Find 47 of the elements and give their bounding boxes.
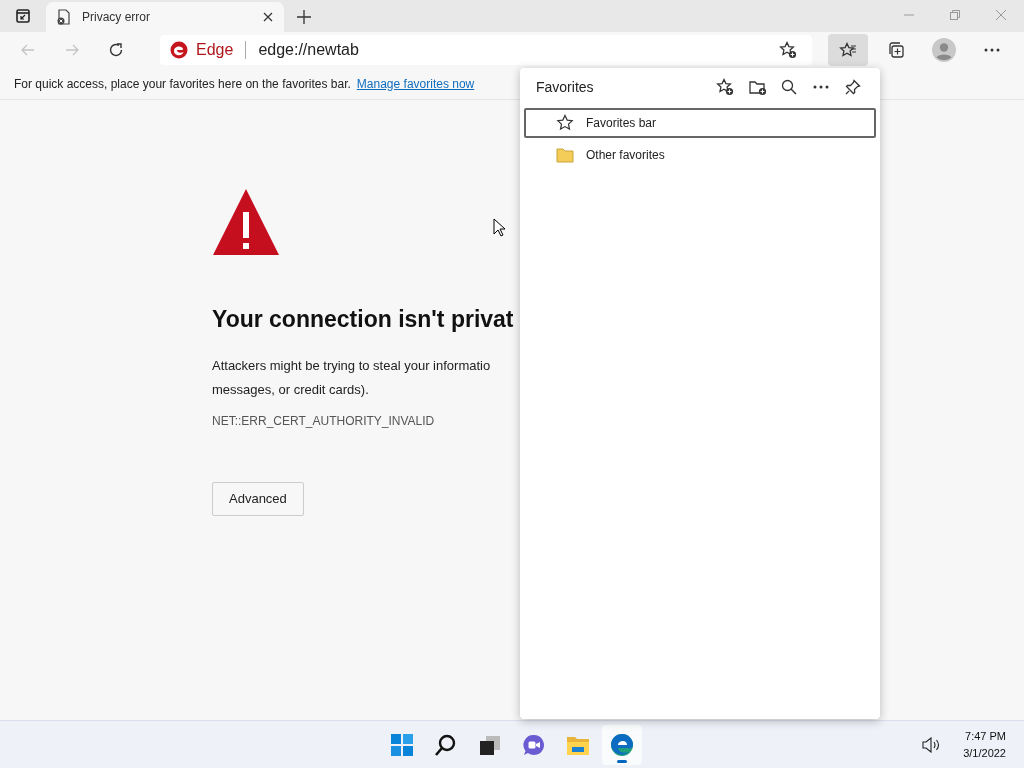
favorites-item[interactable]: Favorites bar <box>524 108 876 138</box>
forward-arrow-icon <box>64 42 80 58</box>
error-heading: Your connection isn't privat <box>212 306 515 334</box>
tab-title: Privacy error <box>82 9 151 26</box>
folder-plus-icon <box>747 78 767 96</box>
tab-actions-icon <box>16 9 30 23</box>
mouse-cursor-icon <box>493 218 505 238</box>
start-icon <box>390 732 414 757</box>
more-icon <box>984 48 1000 52</box>
error-page-icon <box>56 9 72 25</box>
favorites-bar-hint: For quick access, place your favorites here on the favorites bar. <box>14 75 351 93</box>
browser-tab[interactable]: Privacy error <box>46 2 284 32</box>
error-code: NET::ERR_CERT_AUTHORITY_INVALID <box>212 412 436 430</box>
volume-button[interactable] <box>921 734 942 755</box>
speaker-icon <box>922 736 941 753</box>
folder-icon <box>556 147 574 163</box>
search-icon <box>434 732 458 757</box>
panel-title: Favorites <box>536 77 595 97</box>
search-icon <box>781 79 797 95</box>
favorites-item[interactable]: Other favorites <box>524 140 876 170</box>
star-icon <box>556 114 574 132</box>
address-bar[interactable]: Edge edge://newtab <box>160 35 812 65</box>
warning-triangle-icon <box>212 188 280 256</box>
profile-avatar-icon <box>932 38 956 62</box>
edge-logo-icon <box>170 41 188 59</box>
star-plus-icon <box>779 41 797 59</box>
favorites-button[interactable] <box>828 34 868 66</box>
url-text: edge://newtab <box>258 40 360 60</box>
back-arrow-icon <box>20 42 36 58</box>
plus-icon <box>297 10 311 24</box>
close-icon <box>263 12 273 22</box>
more-icon <box>813 85 829 89</box>
manage-favorites-link[interactable]: Manage favorites now <box>356 74 475 93</box>
star-list-icon <box>839 42 857 58</box>
chat-camera-icon <box>522 732 546 757</box>
error-message: Attackers might be trying to steal your informatio messages, or credit cards). <box>212 356 492 399</box>
collections-icon <box>887 41 905 59</box>
clock-date: 3/1/2022 <box>963 745 1006 761</box>
clock-time: 7:47 PM <box>964 728 1006 744</box>
close-icon <box>996 10 1006 20</box>
advanced-button[interactable]: Advanced <box>212 481 304 516</box>
restore-icon <box>950 10 960 20</box>
site-label: Edge <box>196 40 234 60</box>
pin-icon <box>845 79 861 95</box>
reload-icon <box>108 42 124 58</box>
edge-icon <box>610 732 634 757</box>
star-plus-icon <box>716 78 734 96</box>
